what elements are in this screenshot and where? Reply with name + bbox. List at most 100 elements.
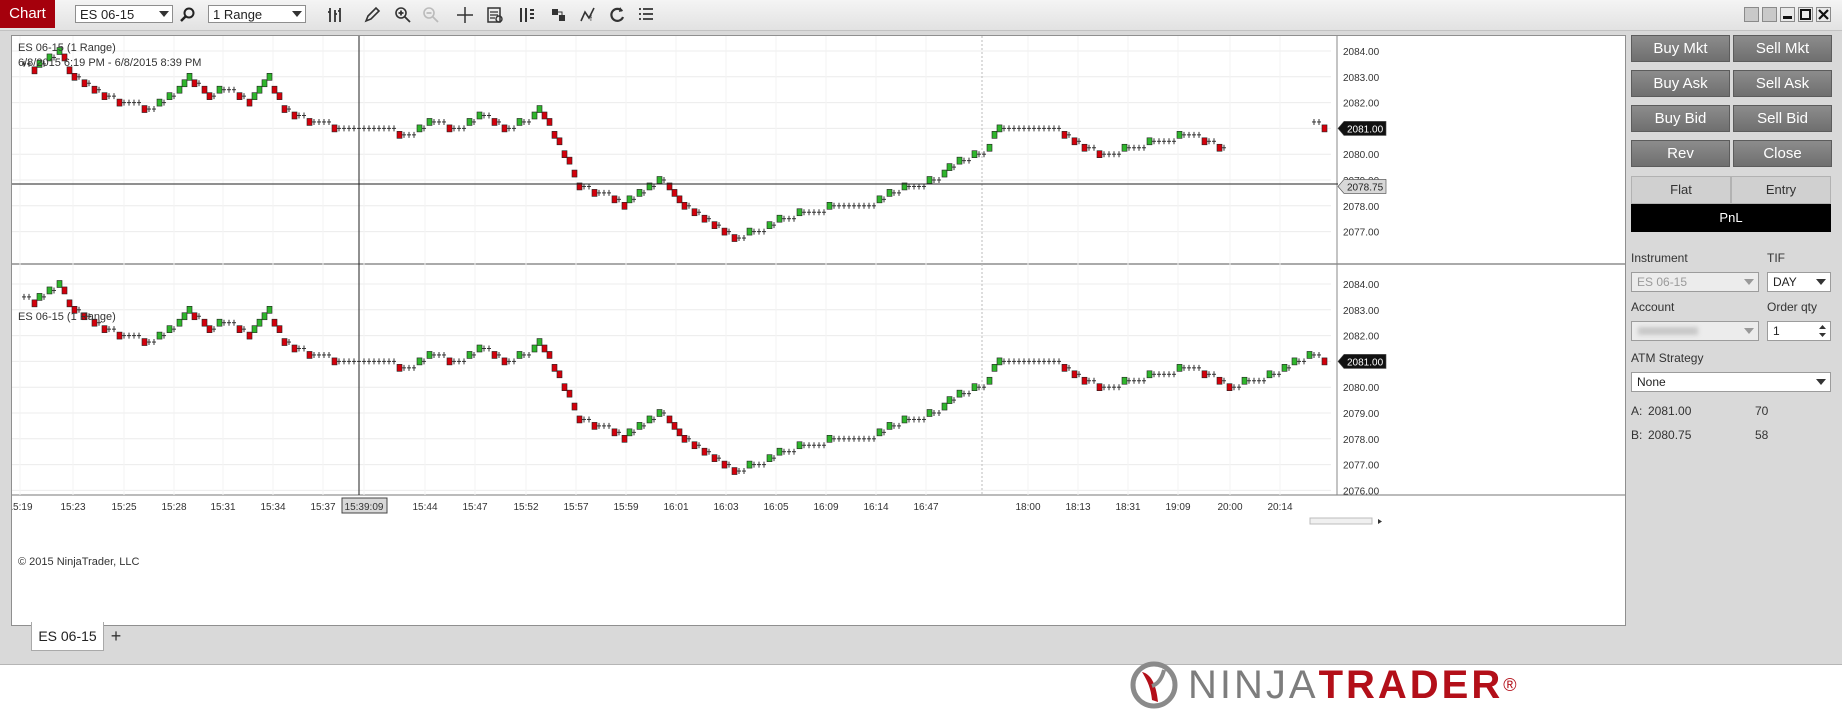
x-tick-label: 20:14 <box>1267 502 1292 513</box>
maximize-button[interactable] <box>1798 7 1813 22</box>
lower-down-bar <box>1071 370 1078 379</box>
lower-down-bar <box>1216 376 1223 385</box>
upper-y-tick-label: 2083.00 <box>1343 73 1380 84</box>
tab-es-06-15[interactable]: ES 06-15 <box>31 622 104 651</box>
upper-up-bar <box>876 195 883 204</box>
lower-up-bar <box>996 357 1003 366</box>
lower-down-bar <box>31 299 38 308</box>
window-option-button[interactable] <box>1744 7 1759 22</box>
upper-up-bar <box>426 118 433 126</box>
lower-up-bar <box>901 415 908 424</box>
copyright: © 2015 NinjaTrader, LLC <box>18 556 140 568</box>
upper-down-bar <box>711 221 718 229</box>
panels-icon[interactable] <box>517 5 537 25</box>
x-tick-label: 18:13 <box>1065 502 1090 513</box>
chart-window: Chart ES 06-15 1 Range f 2084.00 2083.00 2… <box>0 0 1842 665</box>
upper-up-bar <box>266 72 273 81</box>
lower-y-tick-label: 2080.00 <box>1343 383 1380 394</box>
instrument-field[interactable]: ES 06-15 <box>1631 272 1759 292</box>
bar-style-icon[interactable] <box>325 5 345 25</box>
x-tick-label: 15:34 <box>260 502 285 513</box>
buy-bid-button[interactable]: Buy Bid <box>1631 105 1730 132</box>
upper-down-bar <box>271 85 278 94</box>
lower-down-bar <box>666 415 673 424</box>
lower-down-bar <box>1096 383 1103 392</box>
close-window-button[interactable] <box>1816 7 1831 22</box>
lower-y-tick-label: 2076.00 <box>1343 486 1380 497</box>
lower-up-bar <box>1266 370 1273 379</box>
upper-down-bar <box>551 131 558 139</box>
window-option-button[interactable] <box>1762 7 1777 22</box>
lower-last-price-marker: 2081.00 <box>1347 357 1384 368</box>
indicators-icon[interactable]: f <box>578 5 598 25</box>
zoom-in-icon[interactable] <box>393 5 413 25</box>
minimize-icon <box>1783 16 1792 19</box>
upper-down-bar <box>1201 137 1208 146</box>
upper-up-bar <box>156 98 163 107</box>
lower-down-bar <box>1201 370 1208 379</box>
lower-down-bar <box>561 383 568 392</box>
lower-up-bar <box>416 357 423 366</box>
upper-down-bar <box>236 92 243 100</box>
lower-down-bar <box>141 338 148 346</box>
upper-down-bar <box>1216 143 1223 152</box>
logo-registered-mark: ® <box>1503 675 1520 695</box>
lower-up-bar <box>466 351 473 359</box>
x-tick-label: 16:01 <box>663 502 688 513</box>
lower-down-bar <box>671 422 678 430</box>
order-qty-stepper[interactable]: 1 <box>1767 321 1831 341</box>
close-position-button[interactable]: Close <box>1733 140 1832 167</box>
x-tick-label: 16:09 <box>813 502 838 513</box>
lower-down-bar <box>291 344 298 353</box>
upper-up-bar <box>261 79 268 88</box>
upper-up-bar <box>416 124 423 133</box>
reload-icon[interactable] <box>607 5 627 25</box>
atm-strategy-select[interactable]: None <box>1631 372 1831 392</box>
lower-down-bar <box>571 402 578 411</box>
upper-down-bar <box>676 195 683 204</box>
svg-text:f: f <box>590 16 592 23</box>
tif-select[interactable]: DAY <box>1767 272 1831 292</box>
add-tab-button[interactable]: + <box>104 625 128 647</box>
lower-up-bar <box>971 383 978 392</box>
period-select[interactable]: 1 Range <box>208 5 306 23</box>
lower-down-bar <box>276 325 283 333</box>
upper-up-bar <box>1121 143 1128 152</box>
x-tick-label: 16:47 <box>913 502 938 513</box>
strategies-icon[interactable] <box>549 5 569 25</box>
chart-area[interactable]: 2084.00 2083.00 2082.00 2081.00 2080.00 2079.… <box>11 35 1626 626</box>
properties-list-icon[interactable] <box>636 5 656 25</box>
lower-up-bar <box>826 434 833 443</box>
upper-up-bar <box>776 214 783 223</box>
account-select[interactable] <box>1631 321 1759 341</box>
upper-down-bar <box>1081 143 1088 152</box>
buy-ask-button[interactable]: Buy Ask <box>1631 70 1730 97</box>
chevron-down-icon <box>1744 328 1754 334</box>
sell-ask-button[interactable]: Sell Ask <box>1733 70 1832 97</box>
instrument-select[interactable]: ES 06-15 <box>75 5 173 23</box>
chart-title-tab[interactable]: Chart <box>0 0 55 28</box>
sell-mkt-button[interactable]: Sell Mkt <box>1733 35 1832 62</box>
reverse-button[interactable]: Rev <box>1631 140 1730 167</box>
zoom-out-icon[interactable] <box>421 5 441 25</box>
stepper-arrows-icon[interactable] <box>1818 323 1827 339</box>
sell-bid-button[interactable]: Sell Bid <box>1733 105 1832 132</box>
search-icon[interactable] <box>178 5 198 25</box>
lower-y-tick-label: 2082.00 <box>1343 332 1380 343</box>
data-box-icon[interactable] <box>485 5 505 25</box>
lower-up-bar <box>1306 351 1313 359</box>
minimize-button[interactable] <box>1780 7 1795 22</box>
upper-up-bar <box>946 163 953 171</box>
upper-down-bar <box>1321 124 1328 133</box>
upper-up-bar <box>626 195 633 204</box>
lower-down-bar <box>396 364 403 372</box>
upper-y-tick-label: 2084.00 <box>1343 47 1380 58</box>
chart-canvas[interactable]: 2084.00 2083.00 2082.00 2081.00 2080.00 2079.… <box>12 36 1625 625</box>
lower-up-bar <box>216 318 223 327</box>
upper-down-bar <box>91 85 98 94</box>
crosshair-icon[interactable] <box>455 5 475 25</box>
pencil-icon[interactable] <box>362 5 382 25</box>
buy-mkt-button[interactable]: Buy Mkt <box>1631 35 1730 62</box>
lower-down-bar <box>556 370 563 379</box>
lower-up-bar <box>766 454 773 462</box>
